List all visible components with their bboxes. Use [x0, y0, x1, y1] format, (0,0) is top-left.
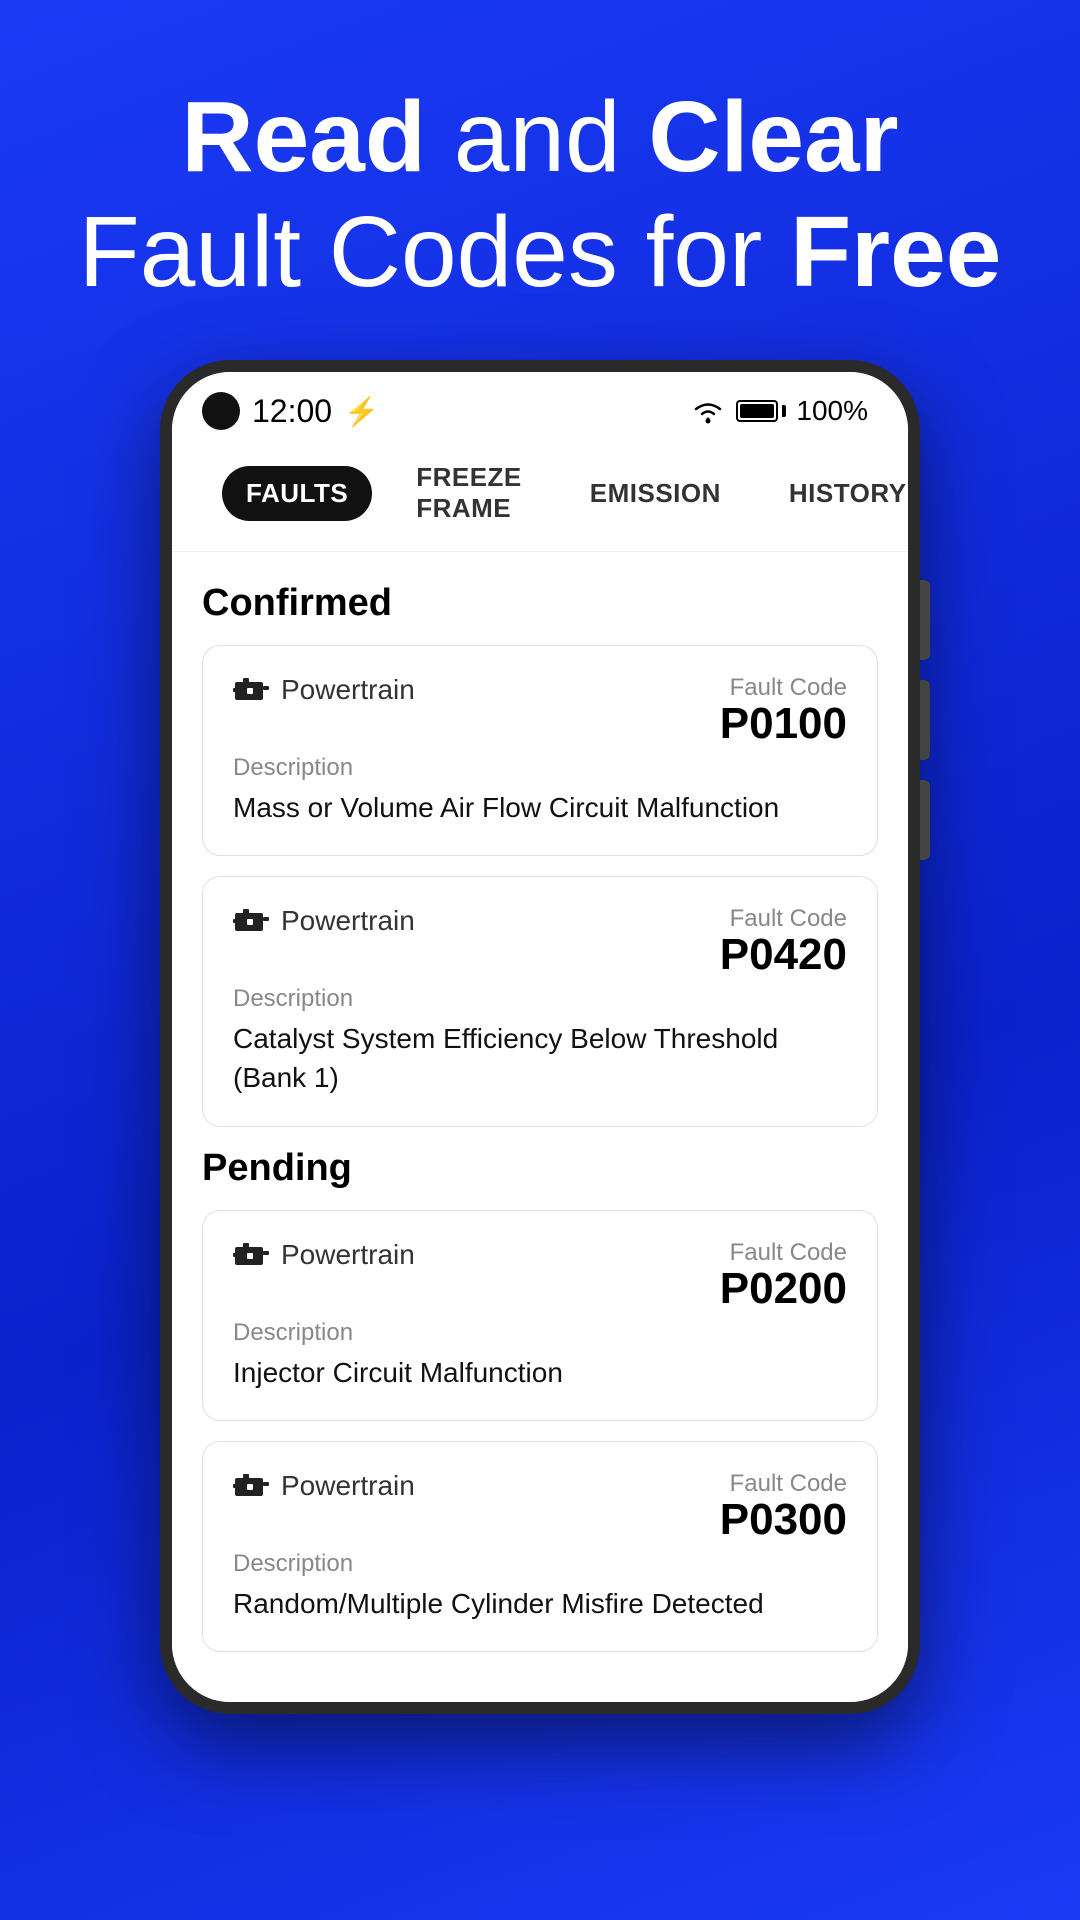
card-system-p0200: Powertrain: [233, 1239, 415, 1271]
card-system-p0420: Powertrain: [233, 905, 415, 937]
desc-text-p0300: Random/Multiple Cylinder Misfire Detecte…: [233, 1584, 847, 1623]
status-left: 12:00 ⚡: [202, 392, 379, 430]
system-label-p0300: Powertrain: [281, 1470, 415, 1502]
system-label-p0420: Powertrain: [281, 905, 415, 937]
system-label-p0100: Powertrain: [281, 674, 415, 706]
desc-text-p0420: Catalyst System Efficiency Below Thresho…: [233, 1019, 847, 1097]
fault-code-label-p0100: Fault Code: [720, 674, 847, 702]
fault-card-p0100[interactable]: Powertrain Fault Code P0100 Description …: [202, 645, 878, 856]
hero-bold-read: Read: [181, 81, 426, 193]
fault-card-p0200[interactable]: Powertrain Fault Code P0200 Description …: [202, 1210, 878, 1421]
fault-code-area-p0420: Fault Code P0420: [720, 905, 847, 977]
tab-freeze-frame[interactable]: Freeze Frame: [392, 450, 546, 536]
tab-faults[interactable]: Faults: [222, 466, 372, 521]
status-right: 100%: [690, 395, 868, 427]
desc-text-p0100: Mass or Volume Air Flow Circuit Malfunct…: [233, 788, 847, 827]
card-system-p0100: Powertrain: [233, 674, 415, 706]
desc-label-p0300: Description: [233, 1550, 847, 1578]
fault-code-area-p0300: Fault Code P0300: [720, 1470, 847, 1542]
wifi-icon: [690, 397, 726, 425]
hero-bold-free: Free: [790, 196, 1001, 308]
nav-bar: Faults Freeze Frame Emission History: [172, 440, 908, 552]
engine-icon-p0100: [233, 674, 271, 706]
fault-card-p0300[interactable]: Powertrain Fault Code P0300 Description …: [202, 1441, 878, 1652]
content-area: Confirmed Powertrain: [172, 552, 908, 1702]
desc-label-p0200: Description: [233, 1319, 847, 1347]
fault-code-value-p0200: P0200: [720, 1264, 847, 1313]
engine-icon-p0420: [233, 905, 271, 937]
status-bar: 12:00 ⚡ 100%: [172, 372, 908, 440]
engine-icon-p0300: [233, 1470, 271, 1502]
fault-code-value-p0100: P0100: [720, 699, 847, 748]
status-time: 12:00: [252, 393, 332, 430]
tab-emission[interactable]: Emission: [566, 466, 745, 521]
fault-code-value-p0300: P0300: [720, 1495, 847, 1544]
fault-code-label-p0420: Fault Code: [720, 905, 847, 933]
desc-label-p0420: Description: [233, 985, 847, 1013]
fault-code-area-p0100: Fault Code P0100: [720, 674, 847, 746]
fault-code-label-p0200: Fault Code: [720, 1239, 847, 1267]
battery-icon: [736, 400, 786, 422]
fault-code-area-p0200: Fault Code P0200: [720, 1239, 847, 1311]
hero-bold-clear: Clear: [648, 81, 898, 193]
fault-card-p0420[interactable]: Powertrain Fault Code P0420 Description …: [202, 876, 878, 1126]
flash-icon: ⚡: [344, 395, 379, 428]
system-label-p0200: Powertrain: [281, 1239, 415, 1271]
desc-text-p0200: Injector Circuit Malfunction: [233, 1353, 847, 1392]
battery-percent: 100%: [796, 395, 868, 427]
phone-screen: 12:00 ⚡ 100%: [172, 372, 908, 1702]
tab-history[interactable]: History: [765, 466, 908, 521]
card-system-p0300: Powertrain: [233, 1470, 415, 1502]
hero-line2-text: Fault Codes for: [79, 196, 790, 308]
phone-mockup: 12:00 ⚡ 100%: [160, 360, 920, 1714]
fault-code-label-p0300: Fault Code: [720, 1470, 847, 1498]
desc-label-p0100: Description: [233, 754, 847, 782]
hero-section: Read and Clear Fault Codes for Free: [19, 0, 1062, 360]
hero-regular-and: and: [454, 81, 649, 193]
camera-icon: [202, 392, 240, 430]
engine-icon-p0200: [233, 1239, 271, 1271]
confirmed-section-title: Confirmed: [202, 582, 878, 625]
fault-code-value-p0420: P0420: [720, 930, 847, 979]
pending-section-title: Pending: [202, 1147, 878, 1190]
